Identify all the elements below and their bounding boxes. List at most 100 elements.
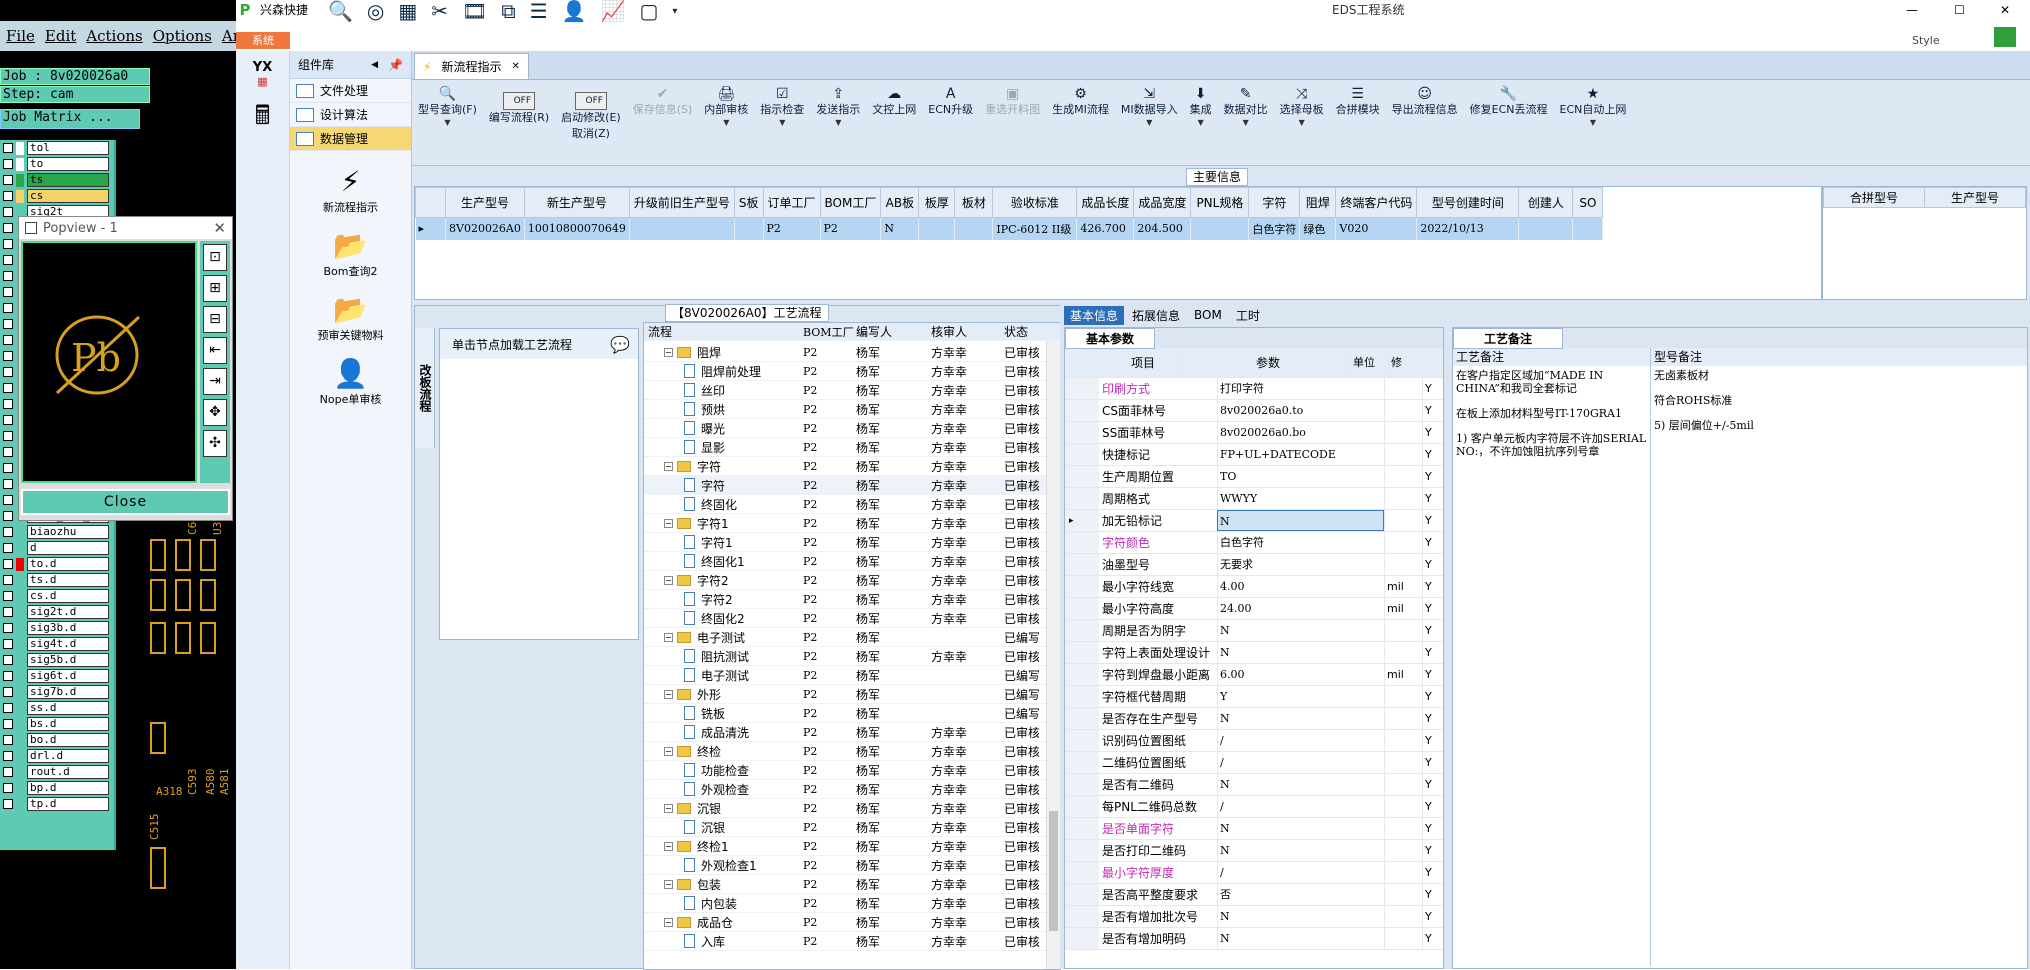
minimize-icon[interactable]: — — [1906, 3, 1918, 17]
zoom-fit-icon[interactable]: ⊡ — [203, 244, 227, 271]
main-col-header[interactable]: S板 — [733, 187, 764, 218]
ribbon-button[interactable]: ☁ 文控上网 — [866, 86, 922, 165]
layer-row[interactable]: sig2t.d — [0, 604, 114, 620]
main-cell[interactable]: 白色字符 — [1248, 217, 1301, 240]
layer-checkbox[interactable] — [3, 287, 13, 297]
layer-row[interactable]: to.d — [0, 556, 114, 572]
param-value[interactable]: N — [1217, 928, 1384, 949]
layer-checkbox[interactable] — [3, 671, 13, 681]
dropdown-arrow-icon[interactable]: ▼ — [723, 118, 729, 127]
param-row[interactable]: 周期格式 WWYY Y — [1065, 488, 1443, 510]
main-col-header[interactable]: 验收标准 — [992, 187, 1078, 218]
param-row[interactable]: 生产周期位置 TO Y — [1065, 466, 1443, 488]
layer-checkbox[interactable] — [3, 351, 13, 361]
main-cell[interactable] — [1518, 217, 1574, 240]
param-row[interactable]: 快捷标记 FP+UL+DATECODE Y — [1065, 444, 1443, 466]
param-row[interactable]: 字符上表面处理设计 N Y — [1065, 642, 1443, 664]
tree-row[interactable]: 电子测试 P2 杨军 已编写 — [644, 666, 1060, 685]
tree-col-header[interactable]: 核审人 — [927, 323, 1002, 340]
tree-row[interactable]: 铣板 P2 杨军 已编写 — [644, 704, 1060, 723]
menu-actions[interactable]: Actions — [86, 27, 142, 45]
layer-row[interactable]: tp.d — [0, 796, 114, 812]
main-cell[interactable]: N — [880, 217, 920, 240]
layer-checkbox[interactable] — [3, 591, 13, 601]
param-row[interactable]: 最小字符高度 24.00 mil Y — [1065, 598, 1443, 620]
ribbon-button[interactable]: 🔧 修复ECN丢流程 — [1464, 86, 1554, 165]
layer-checkbox[interactable] — [3, 655, 13, 665]
ribbon-button[interactable]: OFF 启动修改(E) 取消(Z) — [555, 86, 627, 165]
tree-col-header[interactable]: BOM工厂 — [799, 324, 854, 340]
tree-row[interactable]: − 电子测试 P2 杨军 已编写 — [644, 628, 1060, 647]
list-icon[interactable]: ☰ — [530, 0, 548, 23]
main-cell[interactable]: V020 — [1335, 217, 1418, 240]
layer-checkbox[interactable] — [3, 767, 13, 777]
dropdown-arrow-icon[interactable]: ▼ — [444, 118, 450, 127]
param-col-header[interactable]: 单位 — [1350, 348, 1388, 377]
param-value[interactable]: / — [1217, 730, 1384, 751]
main-col-header[interactable]: 字符 — [1248, 187, 1301, 218]
ribbon-button[interactable]: ☰ 合拼模块 — [1330, 86, 1386, 165]
ribbon-button[interactable]: ✔ 保存信息(S) — [627, 86, 699, 165]
pan-left-icon[interactable]: ⇤ — [203, 337, 227, 364]
main-col-header[interactable]: 阻焊 — [1299, 187, 1337, 218]
collapse-icon[interactable]: − — [664, 879, 673, 889]
layer-checkbox[interactable] — [3, 783, 13, 793]
center-icon[interactable]: ✥ — [203, 399, 227, 426]
layer-checkbox[interactable] — [3, 383, 13, 393]
style-label[interactable]: Style — [1912, 34, 1940, 47]
tab-bom[interactable]: BOM — [1188, 307, 1228, 323]
tree-row[interactable]: 入库 P2 杨军 方幸幸 已审核 — [644, 932, 1060, 951]
layer-row[interactable]: cs — [0, 188, 114, 204]
tree-row[interactable]: 终固化1 P2 杨军 方幸幸 已审核 — [644, 552, 1060, 571]
ribbon-button[interactable]: ⚙ 生成MI流程 — [1046, 86, 1115, 165]
layer-row[interactable]: ss.d — [0, 700, 114, 716]
tree-scrollbar[interactable] — [1046, 341, 1060, 969]
layer-row[interactable]: drl.d — [0, 748, 114, 764]
main-col-header[interactable]: 创建人 — [1518, 187, 1574, 218]
layer-checkbox[interactable] — [3, 255, 13, 265]
dropdown-arrow-icon[interactable]: ▼ — [835, 118, 841, 127]
component-tool[interactable]: 📂 Bom查询2 — [290, 229, 411, 279]
param-row[interactable]: 是否打印二维码 N Y — [1065, 840, 1443, 862]
layer-checkbox[interactable] — [3, 463, 13, 473]
param-row[interactable]: 每PNL二维码总数 / Y — [1065, 796, 1443, 818]
collapse-icon[interactable]: − — [664, 841, 673, 851]
main-cell[interactable]: P2 — [820, 217, 882, 240]
dropdown-arrow-icon[interactable]: ▼ — [1243, 118, 1249, 127]
tree-row[interactable]: − 沉银 P2 杨军 方幸幸 已审核 — [644, 799, 1060, 818]
layer-checkbox[interactable] — [3, 399, 13, 409]
main-col-header[interactable]: SO — [1572, 187, 1604, 218]
param-value[interactable]: N — [1217, 774, 1384, 795]
table-icon[interactable]: ▦ — [398, 0, 417, 23]
param-value[interactable]: N — [1217, 818, 1384, 839]
ribbon-button[interactable]: ⤨ 选择母板 ▼ — [1274, 86, 1330, 165]
ribbon-button[interactable]: ★ ECN自动上网 ▼ — [1554, 86, 1633, 165]
layer-checkbox[interactable] — [3, 319, 13, 329]
tree-row[interactable]: − 阻焊 P2 杨军 方幸幸 已审核 — [644, 343, 1060, 362]
menu-options[interactable]: Options — [153, 27, 212, 45]
param-value[interactable]: FP+UL+DATECODE — [1217, 444, 1384, 465]
comp-design-algorithm[interactable]: 设计算法 — [290, 103, 411, 127]
param-value[interactable]: / — [1217, 796, 1384, 817]
layer-row[interactable]: sig5b.d — [0, 652, 114, 668]
tree-row[interactable]: − 字符2 P2 杨军 方幸幸 已审核 — [644, 571, 1060, 590]
layer-checkbox[interactable] — [3, 527, 13, 537]
pan-right-icon[interactable]: ⇥ — [203, 368, 227, 395]
param-value[interactable]: TO — [1217, 466, 1384, 487]
layer-row[interactable]: ts.d — [0, 572, 114, 588]
component-tool[interactable]: ⚡ 新流程指示 — [290, 165, 411, 215]
close-icon[interactable]: ✕ — [213, 219, 226, 237]
tree-col-header[interactable]: 状态 — [1002, 323, 1039, 340]
component-tool[interactable]: 📂 预审关键物料 — [290, 293, 411, 343]
layer-checkbox[interactable] — [3, 175, 13, 185]
layer-checkbox[interactable] — [3, 799, 13, 809]
dropdown-arrow-icon[interactable]: ▼ — [1299, 118, 1305, 127]
dropdown-arrow-icon[interactable]: ▼ — [779, 118, 785, 127]
layer-checkbox[interactable] — [3, 559, 13, 569]
layer-row[interactable]: tol — [0, 140, 114, 156]
tree-row[interactable]: 终固化2 P2 杨军 方幸幸 已审核 — [644, 609, 1060, 628]
collapse-icon[interactable]: − — [664, 518, 673, 528]
layer-checkbox[interactable] — [3, 207, 13, 217]
param-row[interactable]: 印刷方式 打印字符 Y — [1065, 378, 1443, 400]
param-row[interactable]: 二维码位置图纸 / Y — [1065, 752, 1443, 774]
